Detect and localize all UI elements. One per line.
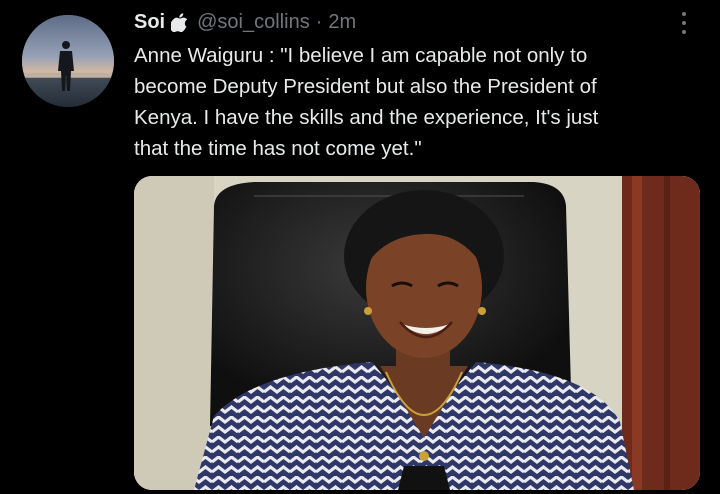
photo-image [134, 176, 700, 490]
tweet-text-line: Anne Waiguru : "I believe I am capable n… [134, 44, 588, 67]
avatar[interactable] [22, 15, 114, 107]
tweet-header: Soi @soi_collins · 2m [134, 8, 356, 36]
more-dot [682, 21, 686, 25]
tweet-text: Anne Waiguru : "I believe I am capable n… [134, 40, 694, 164]
display-name[interactable]: Soi [134, 11, 165, 34]
timestamp[interactable]: 2m [328, 11, 356, 34]
more-vertical-icon[interactable] [676, 10, 692, 36]
more-dot [682, 30, 686, 34]
more-dot [682, 12, 686, 16]
tweet-text-line: that the time has not come yet." [134, 137, 422, 160]
tweet: Soi @soi_collins · 2m Anne Waiguru : "I … [0, 0, 720, 494]
tweet-media-photo[interactable] [134, 176, 700, 490]
apple-icon [169, 12, 189, 33]
user-handle[interactable]: @soi_collins [197, 11, 310, 34]
tweet-text-line: Kenya. I have the skills and the experie… [134, 106, 599, 129]
header-separator: · [315, 10, 323, 33]
avatar-image [22, 15, 114, 107]
tweet-text-line: become Deputy President but also the Pre… [134, 75, 597, 98]
